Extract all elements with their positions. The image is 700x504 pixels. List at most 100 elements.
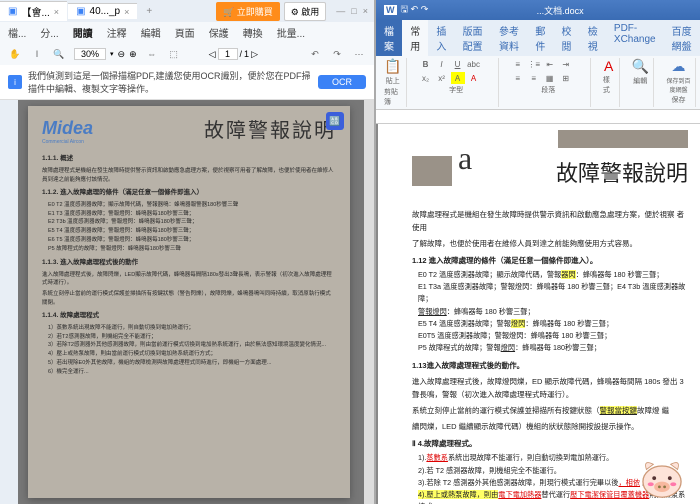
- tab-review[interactable]: 校閱: [554, 20, 580, 56]
- thumbnail-strip[interactable]: [0, 100, 18, 504]
- section-heading: 1.13進入故障處理程式後的動作。: [412, 359, 688, 372]
- tab-home[interactable]: 常用: [402, 20, 428, 56]
- group-label: 段落: [541, 85, 555, 95]
- chevron-down-icon[interactable]: ▾: [110, 50, 114, 58]
- paragraph: 故障處理程式是機組在發生故障時提供警示資訊和啟動應急處理方案，便於視察可用者了解…: [42, 167, 336, 184]
- styles-icon[interactable]: A: [604, 58, 613, 74]
- align-left-icon[interactable]: ≡: [511, 72, 525, 84]
- close-icon[interactable]: ×: [124, 7, 129, 17]
- paste-label: 貼上: [386, 76, 400, 86]
- section-heading: 1.12 進入故障處理的條件（滿足任意一個條件即進入）。: [412, 254, 688, 267]
- fit-width-icon[interactable]: ⇔: [145, 47, 159, 61]
- tab-references[interactable]: 參考資料: [491, 20, 527, 56]
- word-page[interactable]: a 故障警報說明 故障處理程式是機組在發生故障時提供警示資訊和啟動應急處理方案，…: [378, 124, 700, 504]
- bullets-icon[interactable]: ≡: [511, 58, 525, 70]
- minimize-icon[interactable]: —: [336, 6, 345, 16]
- buy-now-button[interactable]: 🛒 立即購買: [216, 2, 280, 21]
- list-item: E2 T3b 溫度感測器故障；警報燈閃：蜂鳴器每180秒響三聲；: [48, 218, 336, 227]
- vertical-scrollbar[interactable]: [364, 100, 374, 504]
- para-controls[interactable]: ≡ ⋮≡ ⇤ ⇥ ≡ ≡ ▦ ⊞: [511, 58, 586, 84]
- rotate-right-icon[interactable]: ↷: [330, 47, 344, 61]
- menu-annotate[interactable]: 注釋: [107, 25, 127, 40]
- numbering-icon[interactable]: ⋮≡: [527, 58, 541, 70]
- list-item: 3）若除T2感測器外其他感測器故障，則由當前運行模式切換到電加熱系統運行，由於無…: [48, 341, 336, 350]
- section-heading: 1.1.2. 進入故障處理的條件（滿足任意一個條件即進入）: [42, 188, 336, 197]
- page-input[interactable]: [218, 48, 238, 60]
- header-image: [558, 130, 688, 148]
- header-image: [412, 156, 452, 186]
- strike-icon[interactable]: abc: [467, 58, 481, 70]
- paragraph: 系統立刻停止當前的運行模式保護並掃描所有按鍵狀態（警告閃爍），故障閃爍，蜂鳴器鳴…: [42, 290, 336, 307]
- indent-dec-icon[interactable]: ⇤: [543, 58, 557, 70]
- indent-inc-icon[interactable]: ⇥: [559, 58, 573, 70]
- zoom-out-icon[interactable]: ⊖: [118, 49, 126, 60]
- translate-icon[interactable]: 🔠: [326, 112, 344, 130]
- tab-file[interactable]: 檔案: [376, 20, 402, 56]
- ocr-button[interactable]: OCR: [318, 75, 366, 89]
- tab-1[interactable]: ▣【會...×: [0, 1, 67, 21]
- zoom-input[interactable]: [74, 48, 106, 60]
- list-item: E0 T2 溫度感測器故障；顯示故障代碼，警報器閃：蜂鳴器每 180 秒響三聲；: [418, 269, 688, 281]
- pdf-toolbar: ✋ I 🔍 ▾ ⊖ ⊕ ⇔ ⬚ ◁ / 1 ▷ ↶ ↷ ⋯: [0, 43, 374, 65]
- font-controls[interactable]: B I U abc x₂ x² A A: [419, 58, 494, 84]
- info-icon: i: [8, 75, 22, 89]
- tab-pdfxchange[interactable]: PDF-XChange: [606, 20, 664, 56]
- page-nav: ◁ / 1 ▷: [209, 48, 258, 60]
- ruler[interactable]: [376, 110, 700, 124]
- cloud-save-icon[interactable]: ☁: [671, 58, 685, 75]
- tab-insert[interactable]: 插入: [428, 20, 454, 56]
- menu-convert[interactable]: 轉換: [243, 25, 263, 40]
- zoom-control: ▾ ⊖ ⊕: [74, 48, 137, 60]
- next-page-icon[interactable]: ▷: [251, 49, 258, 60]
- save-cloud-label: 保存到百度網盤: [666, 76, 691, 94]
- page-separator: /: [240, 49, 243, 59]
- menu-edit[interactable]: 編輯: [141, 25, 161, 40]
- shading-icon[interactable]: ▦: [543, 72, 557, 84]
- group-label: 剪貼簿: [384, 87, 402, 107]
- tab-layout[interactable]: 版面配置: [455, 20, 491, 56]
- menu-page[interactable]: 頁面: [175, 25, 195, 40]
- pdf-menu-bar: 檔... 分... 閱讀 注釋 編輯 頁面 保護 轉換 批量...: [0, 22, 374, 43]
- more-icon[interactable]: ⋯: [352, 47, 366, 61]
- pdf-viewport: 🔠 Midea Commercial Aircon 故障警報說明 1.1.1. …: [0, 100, 374, 504]
- rotate-left-icon[interactable]: ↶: [308, 47, 322, 61]
- menu-share[interactable]: 分...: [40, 25, 58, 40]
- menu-read[interactable]: 閱讀: [73, 25, 93, 40]
- zoom-in-icon[interactable]: ⊕: [129, 49, 137, 60]
- serif-a: a: [458, 130, 472, 186]
- menu-file[interactable]: 檔...: [8, 25, 26, 40]
- zoom-tool-icon[interactable]: 🔍: [52, 47, 66, 61]
- paste-icon[interactable]: 📋: [384, 58, 401, 75]
- bold-icon[interactable]: B: [419, 58, 433, 70]
- close-icon[interactable]: ×: [54, 7, 59, 17]
- sup-icon[interactable]: x²: [435, 72, 449, 84]
- hand-tool-icon[interactable]: ✋: [8, 47, 22, 61]
- tab-2[interactable]: ▣40..._p×: [68, 3, 137, 19]
- pdf-page: 🔠 Midea Commercial Aircon 故障警報說明 1.1.1. …: [28, 106, 350, 498]
- menu-protect[interactable]: 保護: [209, 25, 229, 40]
- prev-page-icon[interactable]: ◁: [209, 49, 216, 60]
- find-icon[interactable]: 🔍: [632, 58, 649, 75]
- document-title: ...文档.docx: [537, 4, 584, 17]
- italic-icon[interactable]: I: [435, 58, 449, 70]
- tab-mail[interactable]: 郵件: [527, 20, 553, 56]
- activate-button[interactable]: ⚙ 啟用: [284, 2, 327, 21]
- tab-baidu[interactable]: 百度網盤: [664, 20, 700, 56]
- underline-icon[interactable]: U: [451, 58, 465, 70]
- highlight-icon[interactable]: A: [451, 72, 465, 84]
- group-label: 字型: [449, 85, 463, 95]
- window-close-icon[interactable]: ×: [363, 6, 368, 16]
- align-center-icon[interactable]: ≡: [527, 72, 541, 84]
- menu-batch[interactable]: 批量...: [277, 25, 305, 40]
- borders-icon[interactable]: ⊞: [559, 72, 573, 84]
- fit-page-icon[interactable]: ⬚: [167, 47, 181, 61]
- sub-icon[interactable]: x₂: [419, 72, 433, 84]
- tab-view[interactable]: 檢視: [580, 20, 606, 56]
- list-item: E1 T3a 溫度感測器故障；警報燈閃：蜂鳴器每 180 秒響三聲；E4 T3b…: [418, 281, 688, 305]
- doc-title: 故障警報說明: [556, 155, 688, 194]
- new-tab-button[interactable]: +: [138, 6, 160, 17]
- list-item: 2）若T2感測器故障，則機組完全不能運行；: [48, 333, 336, 342]
- font-color-icon[interactable]: A: [467, 72, 481, 84]
- select-tool-icon[interactable]: I: [30, 47, 44, 61]
- maximize-icon[interactable]: □: [351, 6, 356, 16]
